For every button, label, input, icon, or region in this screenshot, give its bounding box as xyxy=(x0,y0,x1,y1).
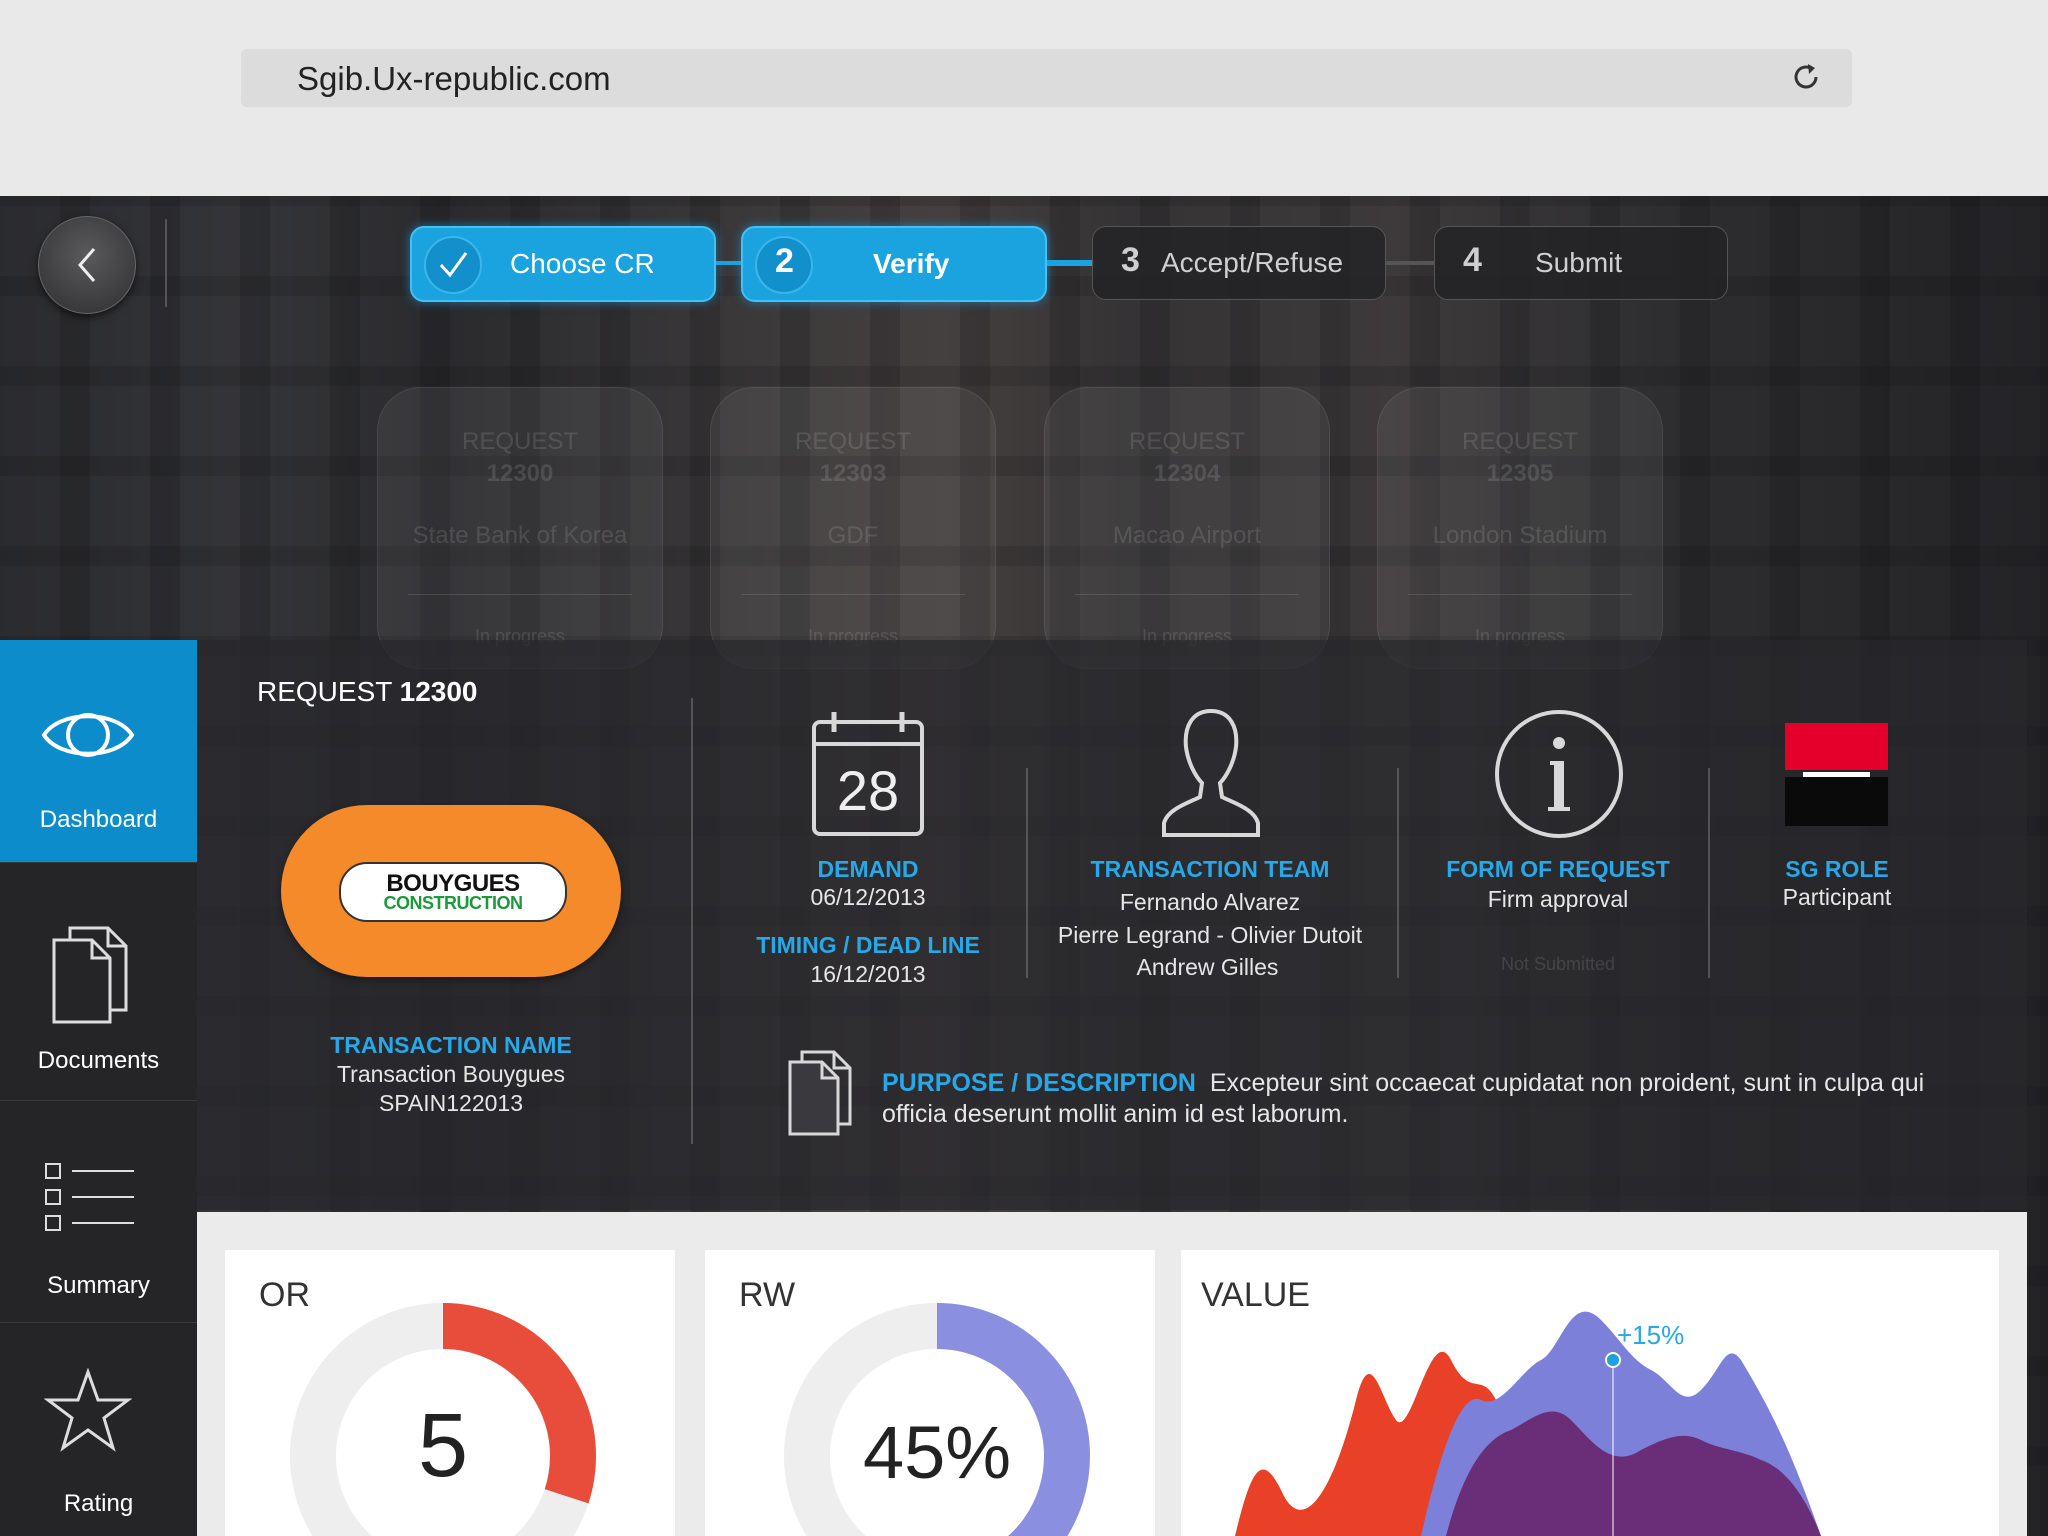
step-accept-refuse[interactable]: 3 Accept/Refuse xyxy=(1092,226,1386,300)
panel-divider xyxy=(1708,768,1710,978)
step-submit[interactable]: 4 Submit xyxy=(1434,226,1728,300)
card-name: GDF xyxy=(827,522,879,549)
step-label: Accept/Refuse xyxy=(1161,247,1344,278)
purpose-description: PURPOSE / DESCRIPTION Excepteur sint occ… xyxy=(882,1068,1942,1130)
logo-badge: BOUYGUES CONSTRUCTION xyxy=(339,862,567,922)
info-icon xyxy=(1495,710,1623,838)
sidebar-item-rating[interactable]: Rating xyxy=(0,1322,197,1536)
transaction-name: Transaction Bouygues xyxy=(336,1061,565,1087)
sg-role-label: SG ROLE xyxy=(1785,856,1889,882)
url-text: Sgib.Ux-republic.com xyxy=(297,60,611,97)
step-choose-cr[interactable]: Choose CR xyxy=(410,226,716,302)
card-number: 12300 xyxy=(486,460,554,487)
documents-icon xyxy=(52,926,128,1024)
request-card[interactable]: REQUEST 12300 State Bank of Korea In pro… xyxy=(377,387,663,669)
transaction-code: SPAIN122013 xyxy=(378,1090,524,1116)
value-area-chart xyxy=(1235,1311,1821,1536)
value-card[interactable]: VALUE +15% xyxy=(1181,1250,1999,1536)
card-number: 12303 xyxy=(819,460,887,487)
star-icon xyxy=(44,1368,132,1452)
chevron-left-icon xyxy=(78,248,96,282)
or-card[interactable]: OR 5 xyxy=(225,1250,675,1536)
team-member: Pierre Legrand - Olivier Dutoit xyxy=(1057,922,1363,948)
form-of-request-label: FORM OF REQUEST xyxy=(1446,856,1670,882)
step-number: 3 xyxy=(1121,241,1140,279)
request-card[interactable]: REQUEST 12303 GDF In progress xyxy=(710,387,996,669)
step-label: Choose CR xyxy=(510,248,655,279)
transaction-name-label: TRANSACTION NAME xyxy=(330,1032,572,1058)
demand-label: DEMAND xyxy=(817,856,919,882)
sidebar-item-label: Rating xyxy=(63,1490,134,1517)
or-value: 5 xyxy=(417,1396,469,1496)
step-verify[interactable]: 2 Verify xyxy=(741,226,1047,302)
step-label: Verify xyxy=(873,248,950,279)
toolbar-divider xyxy=(165,219,167,307)
annotation-point xyxy=(1605,1352,1621,1368)
eye-icon xyxy=(41,713,135,757)
browser-toolbar: Sgib.Ux-republic.com xyxy=(0,0,2048,197)
sidebar-item-label: Summary xyxy=(47,1272,150,1299)
card-title: REQUEST xyxy=(1461,428,1578,455)
rw-value: 45% xyxy=(862,1411,1012,1494)
rw-card[interactable]: RW 45% xyxy=(705,1250,1155,1536)
ghost-card-status: Not Submitted xyxy=(1500,954,1616,974)
step-connector xyxy=(1384,261,1434,265)
card-number: 12305 xyxy=(1486,460,1554,487)
person-icon xyxy=(1162,708,1260,837)
sidebar-item-label: Dashboard xyxy=(39,806,158,833)
sidebar-item-label: Documents xyxy=(37,1047,160,1074)
transaction-team-label: TRANSACTION TEAM xyxy=(1090,856,1330,882)
logo-text-bottom: CONSTRUCTION xyxy=(383,893,524,913)
sidebar-item-dashboard[interactable]: Dashboard xyxy=(0,640,197,863)
demand-date: 06/12/2013 xyxy=(810,884,926,910)
request-number: 12300 xyxy=(399,676,478,707)
card-title: REQUEST xyxy=(461,428,578,455)
check-icon xyxy=(439,252,468,278)
step-number: 2 xyxy=(775,242,794,280)
request-title: REQUEST 12300 xyxy=(257,676,478,708)
sidebar-item-documents[interactable]: Documents xyxy=(0,862,197,1101)
card-name: State Bank of Korea xyxy=(412,522,628,549)
request-title-prefix: REQUEST xyxy=(257,676,392,707)
sg-logo xyxy=(1785,723,1888,826)
purpose-label: PURPOSE / DESCRIPTION xyxy=(882,1069,1196,1097)
list-icon xyxy=(45,1163,134,1231)
step-label: Submit xyxy=(1535,247,1623,278)
team-member: Fernando Alvarez xyxy=(1119,889,1301,915)
card-title: REQUEST xyxy=(1128,428,1245,455)
back-button[interactable] xyxy=(38,216,136,314)
request-card[interactable]: REQUEST 12305 London Stadium In progress xyxy=(1377,387,1663,669)
reload-icon[interactable] xyxy=(1788,59,1824,95)
panel-divider xyxy=(691,698,693,1144)
card-title: REQUEST xyxy=(794,428,911,455)
calendar-day: 28 xyxy=(836,759,900,822)
timing-date: 16/12/2013 xyxy=(810,961,926,987)
form-of-request-value: Firm approval xyxy=(1487,886,1629,912)
request-card[interactable]: REQUEST 12304 Macao Airport In progress xyxy=(1044,387,1330,669)
timing-label: TIMING / DEAD LINE xyxy=(756,932,980,958)
card-name: London Stadium xyxy=(1432,522,1608,549)
team-member: Andrew Gilles xyxy=(1136,954,1279,980)
value-annotation: +15% xyxy=(1617,1320,1685,1350)
sg-role-value: Participant xyxy=(1782,884,1892,910)
card-number: 12304 xyxy=(1153,460,1221,487)
panel-divider xyxy=(1026,768,1028,978)
step-connector xyxy=(1044,260,1094,266)
sidebar-item-summary[interactable]: Summary xyxy=(0,1100,197,1323)
step-connector xyxy=(712,261,742,265)
step-number: 4 xyxy=(1463,241,1482,279)
check-circle xyxy=(424,236,482,294)
card-name: Macao Airport xyxy=(1112,522,1262,549)
address-bar[interactable]: Sgib.Ux-republic.com xyxy=(241,49,1852,107)
client-logo: BOUYGUES CONSTRUCTION xyxy=(281,805,621,977)
document-icon xyxy=(788,1050,852,1136)
panel-divider xyxy=(1397,768,1399,978)
